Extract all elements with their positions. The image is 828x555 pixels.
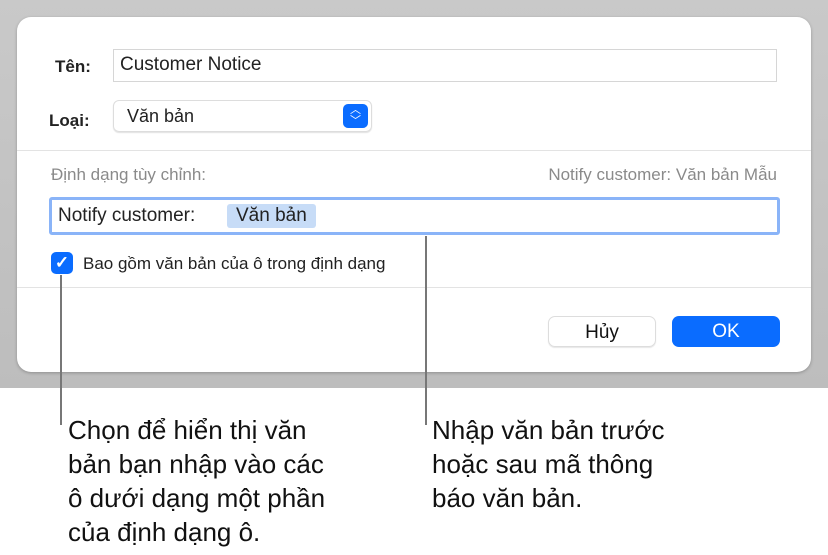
divider	[17, 150, 811, 151]
divider	[17, 287, 811, 288]
include-text-checkbox[interactable]: ✓	[51, 252, 73, 274]
format-input[interactable]: Notify customer: Văn bản	[49, 197, 780, 235]
type-value: Văn bản	[127, 106, 195, 126]
cancel-button[interactable]: Hủy	[548, 316, 656, 347]
type-label: Loại:	[49, 111, 90, 130]
callout-line-left	[60, 275, 62, 425]
format-preview: Notify customer: Văn bản Mẫu	[548, 165, 777, 184]
text-token[interactable]: Văn bản	[227, 204, 316, 228]
callout-line: của định dạng ô.	[68, 517, 261, 547]
callout-line: Nhập văn bản trước	[432, 415, 665, 445]
chevron-up-down-icon: ︿ ﹀	[343, 104, 368, 128]
callout-line-right	[425, 236, 427, 425]
ok-button[interactable]: OK	[672, 316, 780, 347]
callout-line: bản bạn nhập vào các	[68, 449, 324, 479]
callout-line: báo văn bản.	[432, 483, 583, 513]
callout-left: Chọn để hiển thị văn bản bạn nhập vào cá…	[68, 413, 325, 549]
custom-format-label: Định dạng tùy chỉnh:	[51, 165, 206, 184]
callout-line: hoặc sau mã thông	[432, 449, 654, 479]
format-prefix-text: Notify customer:	[58, 205, 196, 226]
checkbox-label: Bao gồm văn bản của ô trong định dạng	[83, 254, 386, 273]
callout-right: Nhập văn bản trước hoặc sau mã thông báo…	[432, 413, 664, 515]
name-input[interactable]: Customer Notice	[113, 49, 777, 82]
name-label: Tên:	[55, 57, 91, 76]
custom-format-dialog: Tên: Customer Notice Loại: Văn bản ︿ ﹀ Đị…	[17, 17, 811, 372]
type-popup[interactable]: Văn bản ︿ ﹀	[113, 100, 372, 132]
callout-line: Chọn để hiển thị văn	[68, 415, 307, 445]
callout-line: ô dưới dạng một phần	[68, 483, 326, 513]
